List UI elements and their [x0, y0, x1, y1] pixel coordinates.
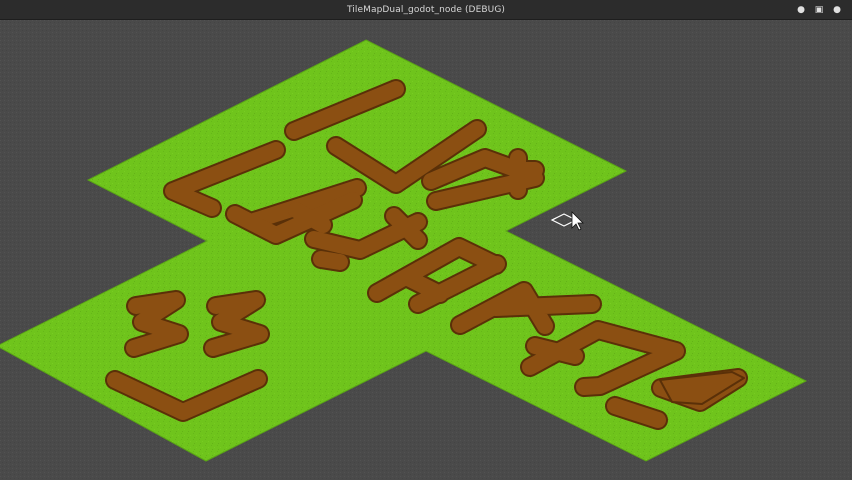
close-icon[interactable]: ●: [830, 3, 844, 17]
title-bar[interactable]: TileMapDual_godot_node (DEBUG) ● ▣ ●: [0, 0, 852, 20]
game-window: TileMapDual_godot_node (DEBUG) ● ▣ ●: [0, 0, 852, 480]
tilemap-canvas: [0, 20, 852, 480]
window-title: TileMapDual_godot_node (DEBUG): [346, 4, 506, 15]
game-viewport[interactable]: [0, 20, 852, 480]
window-controls: ● ▣ ●: [794, 0, 844, 19]
maximize-icon[interactable]: ▣: [812, 3, 826, 17]
minimize-icon[interactable]: ●: [794, 3, 808, 17]
